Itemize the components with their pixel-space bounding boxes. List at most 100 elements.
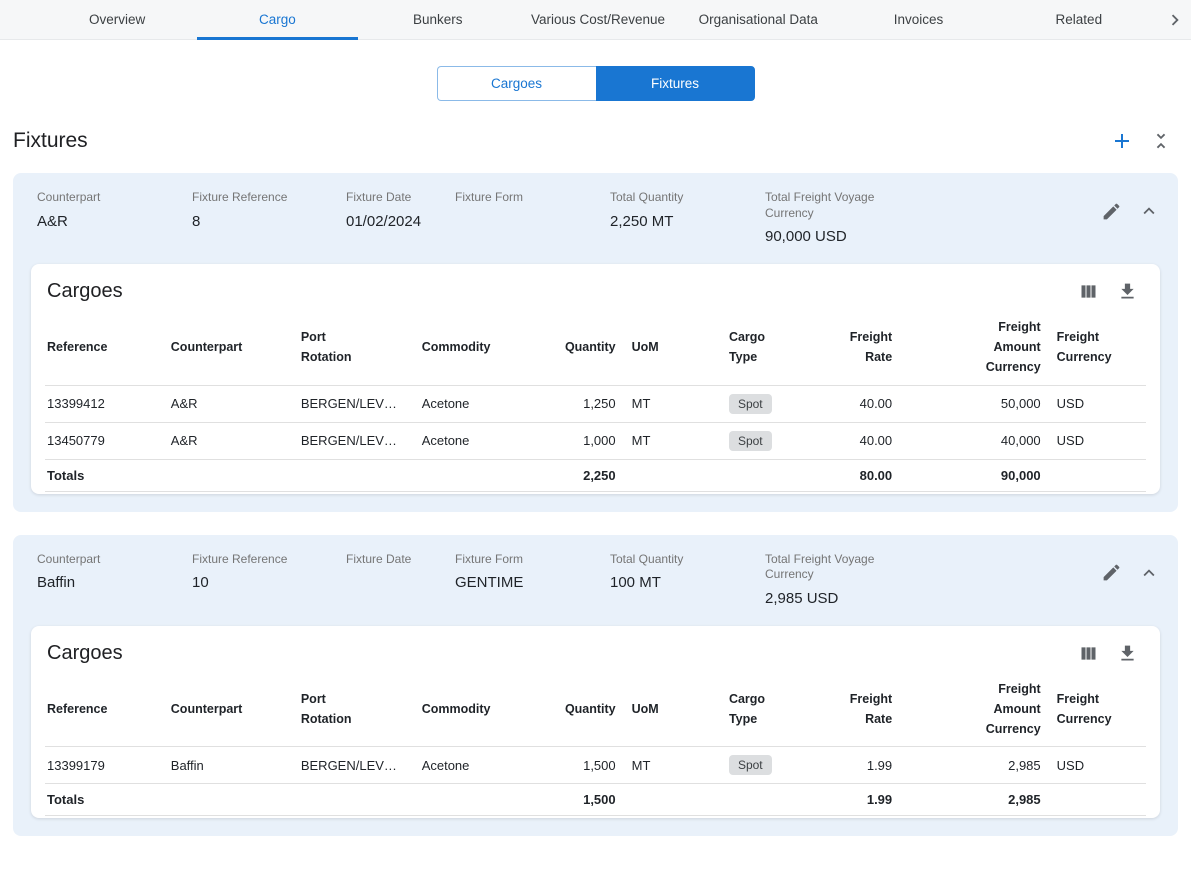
fixture-header: Counterpart A&R Fixture Reference 8 Fixt…	[13, 173, 1178, 250]
field-value-fixture-reference: 8	[192, 213, 336, 231]
col-quantity: Quantity	[531, 309, 623, 385]
download-icon[interactable]	[1117, 643, 1138, 664]
cargoes-header: Cargoes	[45, 278, 1146, 303]
cell-reference: 13399179	[45, 747, 163, 784]
edit-fixture-button[interactable]	[1101, 562, 1122, 583]
col-counterpart: Counterpart	[163, 309, 293, 385]
collapse-fixture-button[interactable]	[1138, 200, 1160, 222]
cell-freight-currency: USD	[1049, 385, 1146, 422]
totals-label: Totals	[45, 459, 163, 491]
toggle-cargoes-button[interactable]: Cargoes	[437, 66, 596, 101]
cell-counterpart: A&R	[163, 422, 293, 459]
col-commodity: Commodity	[414, 309, 532, 385]
cell-counterpart: Baffin	[163, 747, 293, 784]
cargo-row[interactable]: 13450779 A&R BERGEN/LEV… Acetone 1,000 M…	[45, 422, 1146, 459]
chevron-right-icon[interactable]	[1159, 0, 1191, 39]
cell-uom: MT	[624, 385, 721, 422]
col-freight-amount-currency: Freight Amount Currency	[900, 309, 1049, 385]
fixture-field-form: Fixture Form	[455, 190, 610, 231]
field-value-total-freight: 2,985 USD	[765, 590, 1074, 608]
totals-row: Totals 1,500 1.99 2,985	[45, 784, 1146, 816]
col-freight-amount-currency: Freight Amount Currency	[900, 671, 1049, 747]
cell-commodity: Acetone	[414, 422, 532, 459]
fixture-field-form: Fixture Form GENTIME	[455, 552, 610, 593]
toggle-fixtures-button[interactable]: Fixtures	[596, 66, 755, 101]
col-freight-rate: Freight Rate	[808, 671, 900, 747]
collapse-all-button[interactable]	[1150, 130, 1172, 152]
totals-quantity: 1,500	[531, 784, 623, 816]
cell-cargo-type: Spot	[721, 385, 808, 422]
cell-freight-amount: 40,000	[900, 422, 1049, 459]
nav-tabs: Overview Cargo Bunkers Various Cost/Reve…	[37, 0, 1159, 39]
collapse-fixture-button[interactable]	[1138, 562, 1160, 584]
columns-icon[interactable]	[1078, 281, 1099, 302]
cell-quantity: 1,500	[531, 747, 623, 784]
fixture-field-total-freight: Total Freight Voyage Currency 2,985 USD	[765, 552, 1084, 608]
cargoes-title: Cargoes	[47, 280, 123, 303]
tab-bunkers[interactable]: Bunkers	[358, 0, 518, 39]
totals-quantity: 2,250	[531, 459, 623, 491]
cell-freight-rate: 40.00	[808, 385, 900, 422]
cell-uom: MT	[624, 747, 721, 784]
tab-invoices[interactable]: Invoices	[838, 0, 998, 39]
cell-uom: MT	[624, 422, 721, 459]
cargoes-card: Cargoes Reference	[31, 264, 1160, 494]
col-uom: UoM	[624, 309, 721, 385]
cargoes-title: Cargoes	[47, 642, 123, 665]
field-value-fixture-date: 01/02/2024	[346, 213, 445, 231]
cargo-row[interactable]: 13399179 Baffin BERGEN/LEV… Acetone 1,50…	[45, 747, 1146, 784]
fixture-field-counterpart: Counterpart Baffin	[37, 552, 192, 593]
fixture-field-reference: Fixture Reference 10	[192, 552, 346, 593]
cargo-row[interactable]: 13399412 A&R BERGEN/LEV… Acetone 1,250 M…	[45, 385, 1146, 422]
field-label-total-freight: Total Freight Voyage Currency	[765, 190, 883, 221]
tab-overview[interactable]: Overview	[37, 0, 197, 39]
cell-commodity: Acetone	[414, 747, 532, 784]
cell-freight-rate: 1.99	[808, 747, 900, 784]
cell-commodity: Acetone	[414, 385, 532, 422]
view-toggle: Cargoes Fixtures	[0, 66, 1191, 101]
field-value-fixture-form: GENTIME	[455, 574, 600, 592]
cell-freight-amount: 50,000	[900, 385, 1049, 422]
col-port-rotation: Port Rotation	[293, 671, 414, 747]
cargo-type-badge: Spot	[729, 755, 772, 775]
field-label-total-quantity: Total Quantity	[610, 190, 755, 206]
fixture-field-counterpart: Counterpart A&R	[37, 190, 192, 231]
col-quantity: Quantity	[531, 671, 623, 747]
fixture-card: Counterpart A&R Fixture Reference 8 Fixt…	[13, 173, 1178, 512]
cell-freight-amount: 2,985	[900, 747, 1049, 784]
fixture-header: Counterpart Baffin Fixture Reference 10 …	[13, 535, 1178, 612]
add-fixture-button[interactable]	[1110, 129, 1134, 153]
cell-cargo-type: Spot	[721, 422, 808, 459]
cell-reference: 13399412	[45, 385, 163, 422]
cell-reference: 13450779	[45, 422, 163, 459]
field-value-fixture-reference: 10	[192, 574, 336, 592]
fixtures-list: Counterpart A&R Fixture Reference 8 Fixt…	[0, 173, 1191, 836]
fixture-actions	[1084, 562, 1160, 584]
tab-cargo[interactable]: Cargo	[197, 0, 357, 39]
field-value-fixture-form	[455, 213, 600, 231]
field-label-total-quantity: Total Quantity	[610, 552, 755, 568]
field-label-counterpart: Counterpart	[37, 552, 182, 568]
tab-various-cost-revenue[interactable]: Various Cost/Revenue	[518, 0, 678, 39]
tab-organisational-data[interactable]: Organisational Data	[678, 0, 838, 39]
field-label-fixture-form: Fixture Form	[455, 190, 600, 206]
fixture-field-total-freight: Total Freight Voyage Currency 90,000 USD	[765, 190, 1084, 246]
table-header-row: Reference Counterpart Port Rotation Comm…	[45, 309, 1146, 385]
cargoes-actions	[1078, 643, 1138, 664]
edit-fixture-button[interactable]	[1101, 201, 1122, 222]
field-label-fixture-date: Fixture Date	[346, 190, 445, 206]
field-value-counterpart: Baffin	[37, 574, 182, 592]
fixture-field-total-quantity: Total Quantity 2,250 MT	[610, 190, 765, 231]
tab-related[interactable]: Related	[999, 0, 1159, 39]
columns-icon[interactable]	[1078, 643, 1099, 664]
field-label-total-freight: Total Freight Voyage Currency	[765, 552, 883, 583]
fixture-field-total-quantity: Total Quantity 100 MT	[610, 552, 765, 593]
field-value-total-freight: 90,000 USD	[765, 228, 1074, 246]
field-value-total-quantity: 100 MT	[610, 574, 755, 592]
col-counterpart: Counterpart	[163, 671, 293, 747]
col-commodity: Commodity	[414, 671, 532, 747]
download-icon[interactable]	[1117, 281, 1138, 302]
cargoes-card: Cargoes Reference	[31, 626, 1160, 819]
cell-cargo-type: Spot	[721, 747, 808, 784]
cargoes-header: Cargoes	[45, 640, 1146, 665]
